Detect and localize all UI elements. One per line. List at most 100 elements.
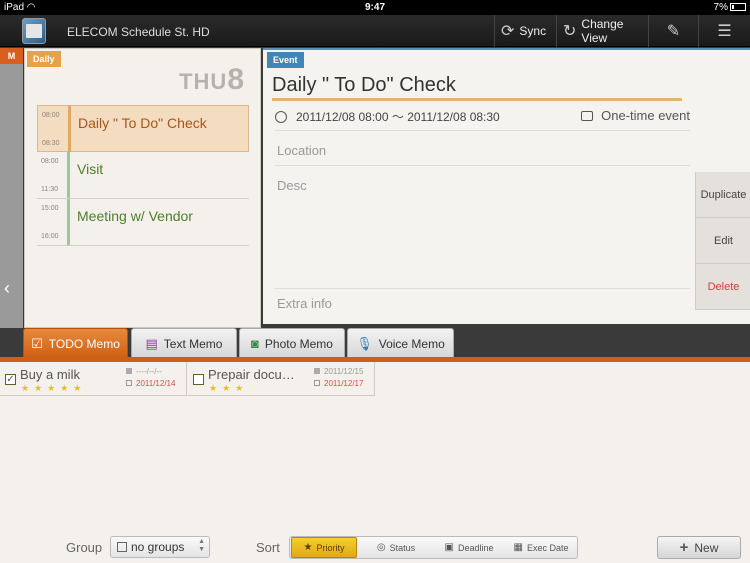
battery-icon	[730, 3, 746, 11]
stepper-arrows-icon: ▲ ▼	[198, 538, 205, 553]
document-icon: ▤	[145, 335, 158, 351]
event-start-time: 08:00	[42, 112, 60, 119]
event-title: Visit	[77, 161, 104, 177]
sort-deadline-button[interactable]: ▣ Deadline	[434, 537, 504, 558]
star-icon: ★	[303, 542, 313, 553]
event-detail-title[interactable]: Daily " To Do" Check	[272, 74, 456, 97]
location-field[interactable]: Location	[277, 143, 326, 158]
change-view-button[interactable]: ↻ Change View	[556, 15, 648, 47]
menu-button[interactable]: ☰	[698, 15, 750, 47]
todo-start-date: ----/--/--	[136, 367, 162, 376]
new-button[interactable]: + New	[657, 536, 741, 559]
recurrence-text: One-time event	[601, 108, 690, 123]
plus-icon: +	[679, 539, 689, 556]
daily-panel: Daily THU8 08:00 08:30 Daily " To Do" Ch…	[24, 48, 261, 328]
group-label: Group	[66, 540, 103, 555]
menu-icon: ☰	[717, 23, 732, 40]
event-end-time: 08:30	[42, 140, 60, 147]
sync-icon: ⟳	[501, 23, 515, 40]
event-start-time: 08:00	[41, 158, 59, 165]
event-color-bar	[67, 199, 70, 245]
event-time-text: 2011/12/08 08:00 〜 2011/12/08 08:30	[296, 110, 500, 124]
app-logo-icon	[22, 18, 46, 44]
tab-voice-memo[interactable]: 🎙 Voice Memo	[347, 328, 454, 358]
tab-text-memo[interactable]: ▤ Text Memo	[131, 328, 237, 358]
recurrence-icon	[581, 111, 594, 121]
event-time-range[interactable]: 2011/12/08 08:00 〜 2011/12/08 08:30 One-…	[275, 108, 690, 125]
todo-item[interactable]: Prepair docu… ★★★ 2011/12/15 2011/12/17	[188, 362, 375, 396]
due-date-icon	[126, 380, 132, 386]
calendar-icon: ▦	[513, 542, 523, 553]
checkbox-icon: ☑	[31, 335, 43, 351]
extra-info-field[interactable]: Extra info	[277, 296, 332, 311]
sort-exec-date-button[interactable]: ▦ Exec Date	[506, 537, 576, 558]
tab-label: TODO Memo	[48, 336, 120, 351]
recurrence-label: One-time event	[581, 108, 690, 123]
desc-field[interactable]: Desc	[277, 178, 307, 193]
month-tab[interactable]: M	[0, 48, 23, 64]
day-of-week: THU	[179, 69, 228, 94]
event-detail-panel: Event Daily " To Do" Check 2011/12/08 08…	[263, 48, 750, 324]
sort-priority-button[interactable]: ★ Priority	[291, 537, 357, 558]
sort-priority-label: Priority	[316, 542, 345, 553]
priority-stars: ★★★	[209, 383, 249, 393]
title-underline	[272, 98, 682, 101]
day-number: 8	[227, 63, 244, 96]
sync-label: Sync	[519, 24, 547, 38]
event-row[interactable]: 08:00 08:30 Daily " To Do" Check	[37, 105, 249, 152]
todo-checkbox[interactable]	[193, 374, 204, 385]
event-end-time: 16:00	[41, 233, 59, 240]
event-end-time: 11:30	[41, 186, 58, 193]
event-row[interactable]: 15:00 16:00 Meeting w/ Vendor	[37, 199, 249, 246]
clock-icon	[275, 111, 287, 123]
todo-title: Prepair docu…	[208, 367, 295, 382]
group-select[interactable]: no groups ▲ ▼	[110, 536, 210, 558]
sort-status-label: Status	[389, 542, 416, 553]
sort-deadline-label: Deadline	[457, 542, 494, 553]
pencil-icon: ✎	[666, 23, 681, 40]
microphone-icon: 🎙	[356, 335, 373, 351]
sync-button[interactable]: ⟳ Sync	[494, 15, 556, 47]
start-date-icon	[314, 368, 320, 374]
battery-percent: 7%	[713, 2, 728, 13]
change-view-label: Change View	[581, 17, 624, 45]
todo-checkbox[interactable]: ✓	[5, 374, 16, 385]
tab-photo-memo[interactable]: ◙ Photo Memo	[239, 328, 345, 358]
bottom-bar: Group no groups ▲ ▼ Sort ★ Priority ◎ Statu…	[0, 530, 750, 563]
edit-mode-button[interactable]: ✎	[648, 15, 698, 47]
event-color-bar	[67, 152, 70, 198]
day-header: THU8	[179, 63, 244, 97]
memo-tabs: ☑ TODO Memo ▤ Text Memo ◙ Photo Memo 🎙 Voice…	[0, 328, 750, 358]
divider	[275, 165, 690, 166]
start-date-icon	[126, 368, 132, 374]
duplicate-button[interactable]: Duplicate	[696, 172, 750, 218]
chevron-left-icon[interactable]: ‹	[4, 278, 10, 299]
daily-tab[interactable]: Daily	[27, 51, 61, 67]
group-value: no groups	[131, 540, 185, 554]
sort-label: Sort	[256, 540, 280, 555]
todo-title: Buy a milk	[20, 367, 80, 382]
deadline-icon: ▣	[444, 542, 454, 553]
todo-due-date: 2011/12/14	[136, 379, 176, 388]
delete-button[interactable]: Delete	[696, 264, 750, 310]
sort-status-button[interactable]: ◎ Status	[362, 537, 430, 558]
todo-start-date: 2011/12/15	[324, 367, 364, 376]
new-label: New	[694, 540, 719, 555]
divider	[275, 130, 690, 131]
clock: 9:47	[364, 2, 385, 13]
group-icon	[117, 542, 127, 552]
tab-todo-memo[interactable]: ☑ TODO Memo	[23, 328, 128, 358]
todo-item[interactable]: ✓ Buy a milk ★★★★★ ----/--/-- 2011/12/14	[0, 362, 187, 396]
edit-button[interactable]: Edit	[696, 218, 750, 264]
sort-segmented-control: ★ Priority ◎ Status ▣ Deadline ▦ Exec Date	[289, 536, 578, 559]
camera-icon: ◙	[251, 336, 259, 351]
tab-label: Voice Memo	[378, 336, 445, 351]
status-bar: iPad ◠ 9:47 7%	[0, 0, 750, 15]
app-toolbar: ELECOM Schedule St. HD ⟳ Sync ↻ Change Vie…	[0, 15, 750, 47]
change-view-icon: ↻	[563, 23, 577, 40]
event-title: Daily " To Do" Check	[78, 115, 207, 131]
sort-exec-date-label: Exec Date	[526, 542, 569, 553]
divider	[275, 288, 690, 289]
event-color-bar	[68, 106, 71, 152]
event-row[interactable]: 08:00 11:30 Visit	[37, 152, 249, 199]
